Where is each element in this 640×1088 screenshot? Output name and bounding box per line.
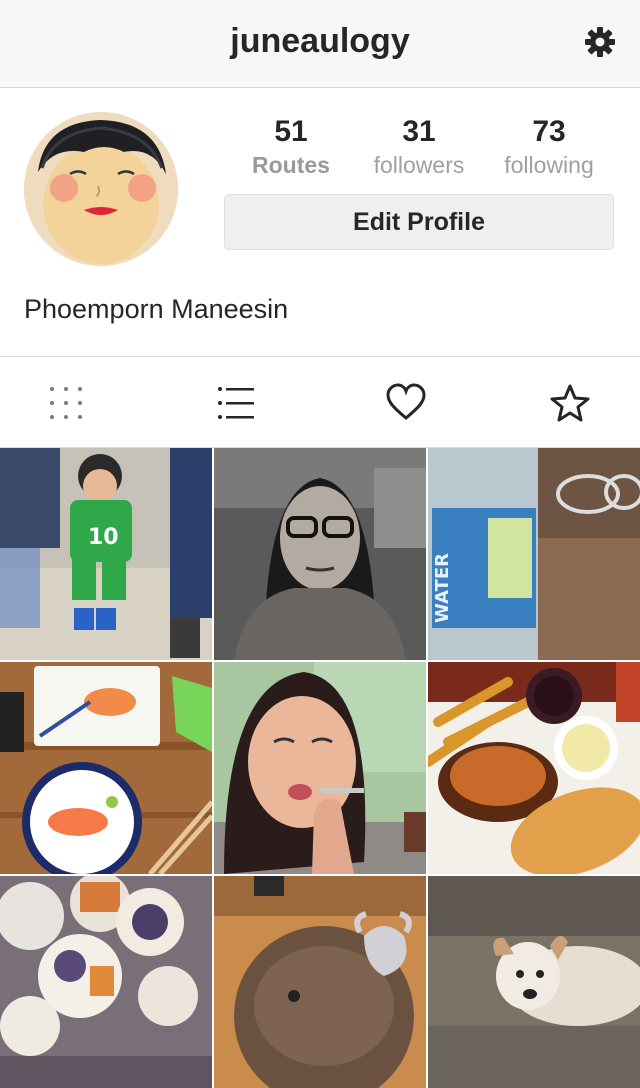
photo-sashimi[interactable]	[0, 662, 212, 874]
stat-followers[interactable]: 31 followers	[354, 112, 484, 178]
photo-woman-bw[interactable]	[214, 448, 426, 660]
svg-text:10: 10	[88, 525, 119, 550]
stat-following-label: following	[504, 152, 594, 178]
gear-icon[interactable]	[584, 26, 616, 58]
avatar[interactable]	[24, 112, 178, 266]
star-icon[interactable]	[550, 383, 590, 423]
stat-followers-count: 31	[402, 115, 436, 148]
svg-text:WATER: WATER	[432, 553, 453, 623]
view-tabs	[0, 356, 640, 448]
photo-toddler[interactable]: 10	[0, 448, 212, 660]
list-view-icon[interactable]	[216, 383, 256, 423]
photo-fries-plate[interactable]	[428, 662, 640, 874]
photo-white-dog[interactable]	[428, 876, 640, 1088]
stat-routes-label: Routes	[252, 152, 330, 178]
photo-eating-selfie[interactable]	[214, 662, 426, 874]
stat-routes[interactable]: 51 Routes	[226, 112, 356, 178]
photo-water-bottle[interactable]: WATER	[428, 448, 640, 660]
top-bar: juneaulogy	[0, 0, 640, 88]
stat-following-count: 73	[532, 115, 566, 148]
photo-grid: 10 WATER	[0, 448, 640, 1088]
photo-table-dishes[interactable]	[0, 876, 212, 1088]
edit-profile-button[interactable]: Edit Profile	[224, 194, 614, 250]
stat-following[interactable]: 73 following	[484, 112, 614, 178]
heart-icon[interactable]	[386, 383, 426, 423]
stat-routes-count: 51	[274, 115, 308, 148]
photo-stuffed-toy[interactable]	[214, 876, 426, 1088]
grid-view-icon[interactable]	[46, 383, 86, 423]
profile-full-name: Phoemporn Maneesin	[24, 294, 289, 324]
username-title: juneaulogy	[230, 22, 410, 60]
stat-followers-label: followers	[373, 152, 465, 178]
